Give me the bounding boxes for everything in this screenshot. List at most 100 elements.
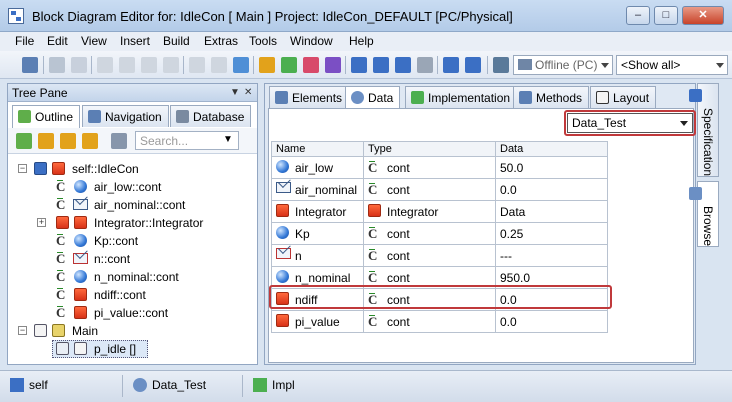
undo-icon[interactable] bbox=[189, 57, 205, 73]
elements-icon bbox=[275, 91, 288, 104]
menu-window[interactable]: Window bbox=[290, 34, 333, 48]
window-title: Block Diagram Editor for: IdleCon [ Main… bbox=[32, 9, 513, 24]
expand-toggle-icon[interactable]: + bbox=[37, 218, 46, 227]
expand-icon[interactable] bbox=[38, 133, 54, 149]
tab-database[interactable]: Database bbox=[170, 105, 252, 127]
variable-icon bbox=[74, 180, 87, 193]
column-data[interactable]: Data bbox=[495, 141, 608, 157]
editor-pane: Elements Data Implementation Methods Lay… bbox=[264, 83, 696, 365]
collapse-toggle-icon[interactable]: − bbox=[18, 326, 27, 335]
table-row[interactable]: pi_value Ccont 0.0 bbox=[271, 310, 608, 333]
pane-menu-icon[interactable]: ▼ bbox=[230, 87, 240, 98]
refresh-icon[interactable] bbox=[233, 57, 249, 73]
menu-view[interactable]: View bbox=[81, 34, 107, 48]
hardware-icon[interactable] bbox=[493, 57, 509, 73]
table-row[interactable]: Kp Ccont 0.25 bbox=[271, 222, 608, 245]
tree-node-main[interactable]: − Main bbox=[16, 322, 256, 340]
data-icon bbox=[133, 378, 147, 392]
receive-message-icon bbox=[276, 248, 291, 259]
copy-icon[interactable] bbox=[119, 57, 135, 73]
tree-node-kp[interactable]: C Kp::cont bbox=[16, 232, 256, 250]
mode-select[interactable]: Offline (PC) bbox=[513, 55, 613, 75]
data-cell[interactable]: 50.0 bbox=[495, 156, 608, 179]
data-cell[interactable]: 0.0 bbox=[495, 178, 608, 201]
tree-node-p-idle[interactable]: p_idle [] bbox=[16, 340, 256, 358]
pane-close-icon[interactable]: ✕ bbox=[244, 87, 252, 98]
tree-node-n[interactable]: C n::cont bbox=[16, 250, 256, 268]
menu-tools[interactable]: Tools bbox=[249, 34, 277, 48]
menu-file[interactable]: File bbox=[15, 34, 34, 48]
edit-diagram-icon bbox=[52, 324, 65, 337]
row-highlight bbox=[269, 285, 612, 309]
block-icon bbox=[74, 306, 87, 319]
tools-icon[interactable] bbox=[417, 57, 433, 73]
status-self: self bbox=[10, 378, 48, 392]
build-icon[interactable] bbox=[259, 57, 275, 73]
tree-node-pi-value[interactable]: C pi_value::cont bbox=[16, 304, 256, 322]
tree-node-ndiff[interactable]: C ndiff::cont bbox=[16, 286, 256, 304]
minimize-button[interactable]: – bbox=[626, 6, 650, 25]
sort-icon[interactable] bbox=[82, 133, 98, 149]
cut-icon[interactable] bbox=[97, 57, 113, 73]
column-type[interactable]: Type bbox=[363, 141, 496, 157]
column-name[interactable]: Name bbox=[271, 141, 364, 157]
show-filter-select[interactable]: <Show all> bbox=[616, 55, 728, 75]
close-button[interactable]: ✕ bbox=[682, 6, 724, 25]
data-cell[interactable]: 0.0 bbox=[495, 310, 608, 333]
message-icon bbox=[276, 182, 291, 193]
data-cell[interactable]: --- bbox=[495, 244, 608, 267]
tab-layout[interactable]: Layout bbox=[590, 86, 657, 108]
compare-icon[interactable] bbox=[395, 57, 411, 73]
tab-navigation[interactable]: Navigation bbox=[82, 105, 169, 127]
paste-icon[interactable] bbox=[141, 57, 157, 73]
connect-icon[interactable] bbox=[443, 57, 459, 73]
upload-icon[interactable] bbox=[373, 57, 389, 73]
tree-pane: Tree Pane ▼ ✕ Outline Navigation Databas… bbox=[7, 83, 258, 365]
menu-extras[interactable]: Extras bbox=[204, 34, 238, 48]
specification-icon bbox=[689, 89, 702, 102]
tab-specification[interactable]: Specification bbox=[689, 83, 719, 177]
table-row[interactable]: air_low Ccont 50.0 bbox=[271, 156, 608, 179]
table-row[interactable]: air_nominal Ccont 0.0 bbox=[271, 178, 608, 201]
download-icon[interactable] bbox=[351, 57, 367, 73]
delete-icon[interactable] bbox=[163, 57, 179, 73]
tab-data[interactable]: Data bbox=[345, 86, 401, 109]
diagram-icon[interactable] bbox=[22, 57, 38, 73]
tab-methods[interactable]: Methods bbox=[513, 86, 590, 108]
tree-node-self[interactable]: − self::IdleCon bbox=[16, 160, 256, 178]
side-tabs: Specification Browse bbox=[689, 83, 719, 248]
cont-type-icon: C bbox=[56, 251, 71, 266]
chevron-down-icon[interactable]: ▼ bbox=[223, 134, 233, 145]
tree-node-air-low[interactable]: C air_low::cont bbox=[16, 178, 256, 196]
check-icon[interactable] bbox=[325, 57, 341, 73]
save-icon[interactable] bbox=[49, 57, 65, 73]
tree-node-n-nominal[interactable]: C n_nominal::cont bbox=[16, 268, 256, 286]
data-cell[interactable]: 0.25 bbox=[495, 222, 608, 245]
disconnect-icon[interactable] bbox=[465, 57, 481, 73]
save-all-icon[interactable] bbox=[71, 57, 87, 73]
add-node-icon[interactable] bbox=[60, 133, 76, 149]
cont-type-icon: C bbox=[56, 233, 71, 248]
menu-insert[interactable]: Insert bbox=[120, 34, 150, 48]
maximize-button[interactable]: □ bbox=[654, 6, 678, 25]
data-cell[interactable]: Data bbox=[495, 200, 608, 223]
tree-node-integrator[interactable]: + Integrator::Integrator bbox=[16, 214, 256, 232]
tab-implementation[interactable]: Implementation bbox=[405, 86, 518, 108]
tab-elements[interactable]: Elements bbox=[269, 86, 350, 108]
tab-browse[interactable]: Browse bbox=[689, 181, 719, 247]
table-row[interactable]: n Ccont --- bbox=[271, 244, 608, 267]
menu-help[interactable]: Help bbox=[349, 34, 374, 48]
menu-edit[interactable]: Edit bbox=[47, 34, 68, 48]
generate-icon[interactable] bbox=[303, 57, 319, 73]
tree-node-air-nominal[interactable]: C air_nominal::cont bbox=[16, 196, 256, 214]
collapse-toggle-icon[interactable]: − bbox=[18, 164, 27, 173]
redo-icon[interactable] bbox=[211, 57, 227, 73]
collapse-icon[interactable] bbox=[16, 133, 32, 149]
link-icon[interactable] bbox=[111, 133, 127, 149]
tab-outline[interactable]: Outline bbox=[12, 105, 81, 128]
menu-build[interactable]: Build bbox=[163, 34, 190, 48]
build-all-icon[interactable] bbox=[281, 57, 297, 73]
message-icon bbox=[73, 199, 88, 210]
tree-toolbar: Search... ▼ bbox=[8, 128, 257, 154]
table-row[interactable]: Integrator Integrator Data bbox=[271, 200, 608, 223]
